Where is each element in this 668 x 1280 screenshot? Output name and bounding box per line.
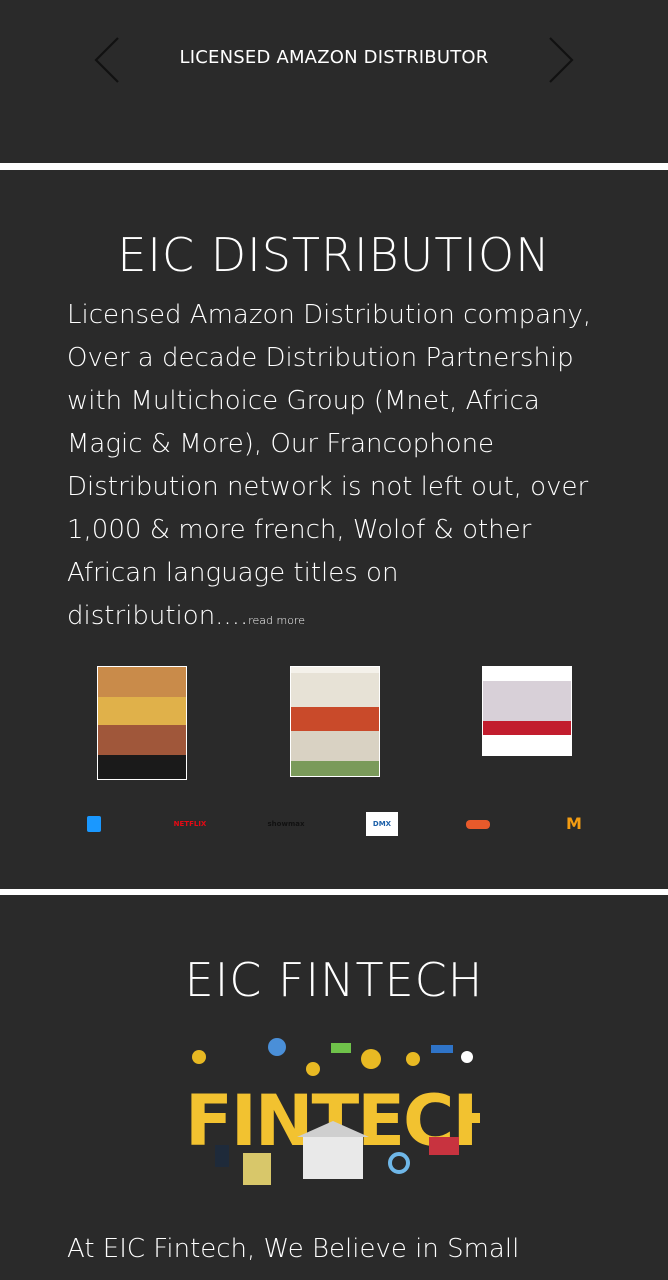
prime-video-logo [84,812,104,836]
distribution-body: Licensed Amazon Distribution company, Ov… [67,300,592,631]
poster-single-and-bored[interactable] [290,666,380,777]
read-more-link[interactable]: read more [248,614,305,627]
poster-anniversary[interactable] [482,666,572,756]
chevron-right-icon[interactable] [536,36,584,84]
fintech-title: EIC FINTECH [184,953,484,1007]
web-tv-logo [465,812,491,836]
netflix-logo: NETFLIX [173,820,207,828]
africa-magic-logo: M [566,814,582,833]
distribution-description: Licensed Amazon Distribution company, Ov… [67,294,607,642]
dmx-logo: DMX [366,812,398,836]
poster-crazy-world[interactable] [97,666,187,780]
showmax-logo: showmax [267,820,305,828]
fintech-illustration: FINTECH [185,1038,480,1185]
fintech-section: EIC FINTECH FINTECH At EIC Fintech, We B… [0,895,668,1280]
distribution-section: EIC DISTRIBUTION Licensed Amazon Distrib… [0,170,668,889]
fintech-description: At EIC Fintech, We Believe in Small [67,1234,520,1264]
distribution-title: EIC DISTRIBUTION [117,228,551,282]
hero-slider: LICENSED AMAZON DISTRIBUTOR [0,0,668,163]
